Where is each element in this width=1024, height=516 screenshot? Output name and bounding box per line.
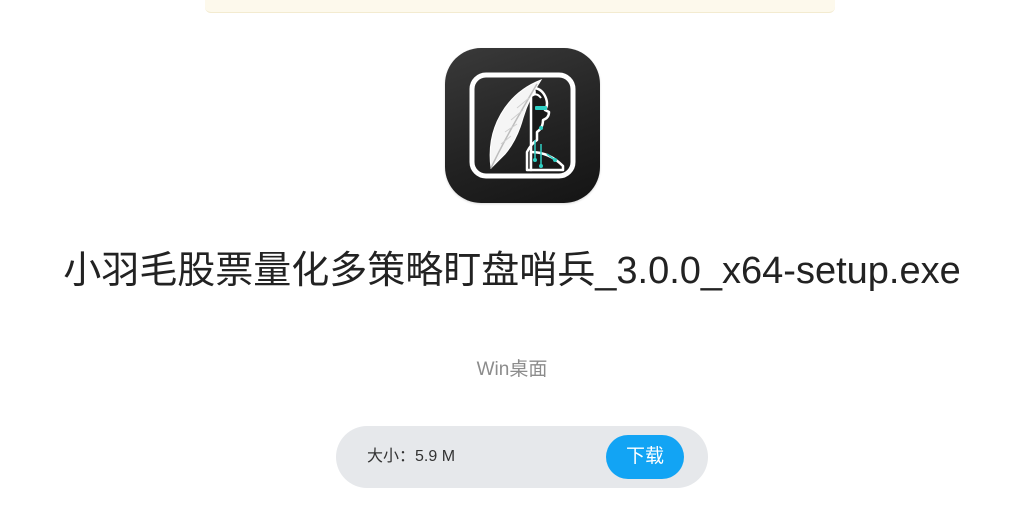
download-bar: 大小：5.9 M 下载: [336, 426, 708, 488]
download-button[interactable]: 下载: [606, 435, 684, 479]
app-logo-icon: [445, 48, 600, 203]
platform-label: Win桌面: [476, 359, 548, 380]
file-size-value: 5.9 M: [415, 448, 456, 465]
file-size-label: 大小：: [367, 448, 416, 465]
top-notice-banner: [205, 0, 835, 13]
feather-robot-logo-icon: [469, 72, 576, 179]
file-size: 大小：5.9 M: [367, 426, 455, 488]
app-file-name: 小羽毛股票量化多策略盯盘哨兵_3.0.0_x64-setup.exe: [63, 250, 961, 292]
